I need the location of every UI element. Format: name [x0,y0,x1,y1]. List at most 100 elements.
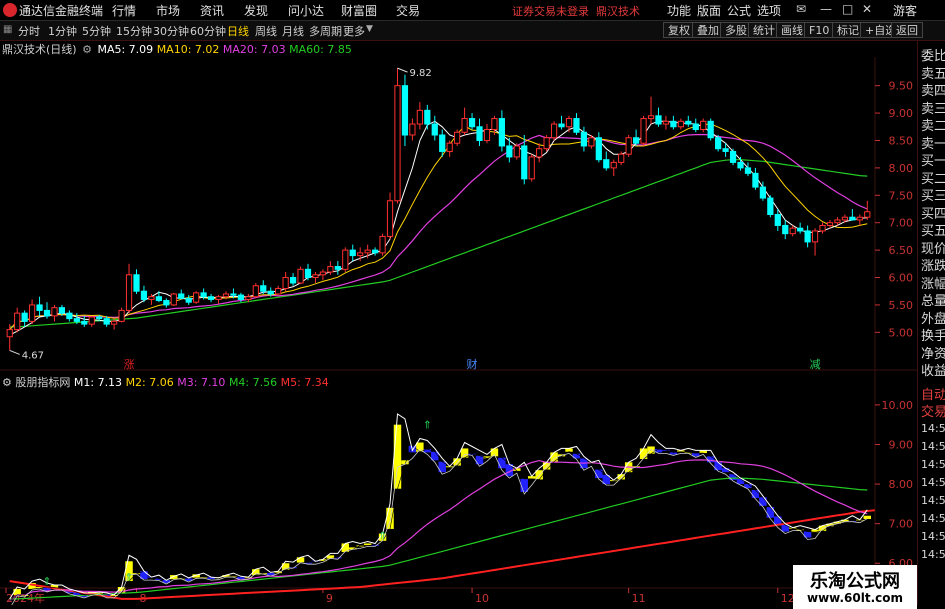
candle-body[interactable] [28,304,36,322]
candle-body[interactable] [230,293,237,296]
login-notice[interactable]: 证券交易未登录 鼎汉技术 [512,3,640,19]
menu-trade[interactable]: 交易 [396,2,420,19]
candle-body[interactable] [66,312,73,320]
candle-body[interactable] [394,85,401,202]
candle-body[interactable] [841,216,849,221]
candle-body[interactable] [148,296,155,300]
candle-body[interactable] [640,118,647,144]
candle-body[interactable] [386,200,394,237]
candle-body[interactable] [677,120,684,128]
candle-body[interactable] [424,109,431,125]
candle-body[interactable] [819,224,826,232]
candle-body[interactable] [565,118,573,128]
candle-body[interactable] [454,131,461,144]
event-marker-0[interactable]: 涨 [124,358,135,371]
f10-button[interactable]: F10 [804,22,835,38]
menu-formula[interactable]: 公式 [727,2,751,19]
candle-body[interactable] [349,249,356,257]
candle-body[interactable] [431,123,438,136]
maximize-icon[interactable]: □ [842,2,853,16]
period-daily[interactable]: 日线 [227,23,249,39]
period-timeshare[interactable]: 分时 [18,23,40,39]
candle-body[interactable] [289,277,297,284]
candle-body[interactable] [811,230,819,243]
candle-body[interactable] [185,297,192,303]
candle-body[interactable] [767,197,774,215]
candle-body[interactable] [111,320,118,325]
candle-body[interactable] [73,318,80,322]
menu-discover[interactable]: 发现 [244,2,268,19]
candle-body[interactable] [536,148,543,158]
candle-body[interactable] [513,145,520,158]
candle-body[interactable] [416,109,423,125]
candle-body[interactable] [655,115,662,125]
indicator-settings-icon[interactable]: ⚙ [2,376,12,389]
candle-body[interactable] [610,161,617,169]
candle-body[interactable] [245,296,252,300]
candle-body[interactable] [588,137,595,147]
candle-body[interactable] [498,118,505,147]
candle-body[interactable] [603,159,610,169]
menu-ask[interactable]: 问小达 [288,2,324,19]
candle-body[interactable] [558,123,565,128]
candle-body[interactable] [297,268,304,284]
candle-body[interactable] [155,296,162,302]
candle-body[interactable] [133,274,140,292]
candle-body[interactable] [215,296,222,300]
candle-body[interactable] [193,292,200,303]
chevron-down-icon[interactable]: ▼ [366,24,373,34]
candle-body[interactable] [252,285,259,298]
candle-body[interactable] [334,266,341,270]
kline-chart[interactable]: 9.50 9.00 8.50 8.00 7.50 7.00 6.50 6.00 5.50 5.00… [0,57,917,605]
event-marker-1[interactable]: 财 [467,357,478,371]
candle-body[interactable] [409,123,416,136]
period-60min[interactable]: 60分钟 [190,23,226,39]
candle-body[interactable] [200,292,207,298]
candle-body[interactable] [170,293,177,306]
menu-function[interactable]: 功能 [667,2,691,19]
candle-body[interactable] [468,118,476,128]
candle-body[interactable] [237,294,245,300]
candle-body[interactable] [670,120,677,128]
candle-body[interactable] [774,213,781,226]
candle-body[interactable] [342,249,349,270]
candle-body[interactable] [81,320,88,325]
period-more[interactable]: 更多 [343,23,365,39]
settings-gear-icon[interactable]: ⚙ [82,43,92,56]
candle-body[interactable] [439,134,446,152]
menu-layout[interactable]: 版面 [697,2,721,19]
adjust-button[interactable]: 复权 [663,22,695,38]
candle-body[interactable] [319,271,327,276]
candle-body[interactable] [282,277,289,289]
candle-body[interactable] [700,120,707,131]
menu-news[interactable]: 资讯 [200,2,224,19]
candle-body[interactable] [103,318,110,325]
panel-lower-1[interactable]: 交易 [921,401,945,420]
candle-body[interactable] [550,123,558,139]
period-15min[interactable]: 15分钟 [116,23,152,39]
candle-body[interactable] [618,153,625,163]
candle-body[interactable] [207,296,215,300]
candle-body[interactable] [528,156,535,180]
candle-body[interactable] [364,249,371,254]
candle-body[interactable] [372,249,379,254]
candle-body[interactable] [647,115,655,120]
candle-body[interactable] [312,274,319,279]
candle-body[interactable] [722,148,729,152]
candle-body[interactable] [752,172,759,188]
candle-body[interactable] [327,266,334,273]
candle-body[interactable] [88,316,95,325]
candle-body[interactable] [685,120,692,125]
candle-body[interactable] [36,304,43,311]
candle-body[interactable] [58,307,66,314]
menu-quotes[interactable]: 行情 [112,2,136,19]
toolbar-toggle-icon[interactable]: ▦ [3,24,12,35]
candle-body[interactable] [864,211,871,218]
candle-body[interactable] [729,150,737,163]
candle-body[interactable] [759,186,766,199]
guest-label[interactable]: 游客 [893,2,917,19]
candle-body[interactable] [357,252,364,257]
candle-body[interactable] [222,293,230,298]
candle-body[interactable] [14,312,21,331]
candle-body[interactable] [797,227,804,232]
